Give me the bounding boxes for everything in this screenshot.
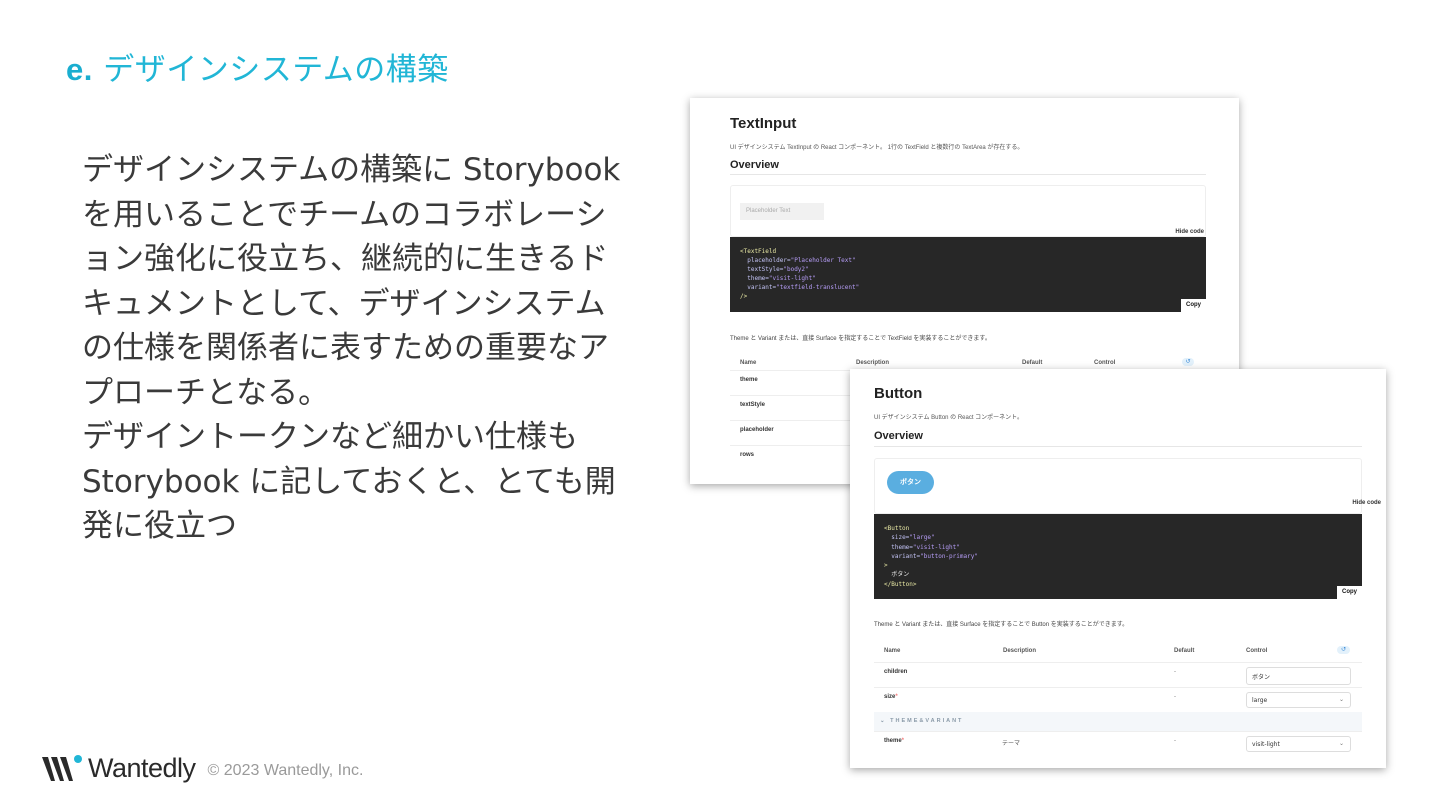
reset-icon[interactable]: ↺ [1337, 646, 1350, 654]
chevron-down-icon: ⌄ [1338, 740, 1344, 747]
group-label: THEME&VARIANT [890, 718, 964, 724]
reset-icon[interactable]: ↺ [1182, 358, 1194, 366]
prop-name: children [884, 669, 907, 675]
table-row: children - ボタン [874, 662, 1362, 687]
column-header-control: Control [1246, 648, 1268, 654]
column-header-default: Default [1174, 648, 1195, 654]
code-token: <Button [884, 525, 910, 532]
prop-name: placeholder [740, 427, 774, 433]
column-header-description: Description [856, 360, 890, 366]
code-token: textStyle= [747, 266, 784, 273]
prop-name: rows [740, 452, 755, 458]
storybook-button-screenshot: Button UI デザインシステム Button の React コンポーネン… [850, 369, 1386, 768]
prop-description: テーマ [1002, 740, 1021, 747]
button-preview[interactable]: ボタン [887, 471, 934, 494]
doc-description: UI デザインシステム Button の React コンポーネント。 [874, 415, 1024, 421]
wantedly-logo-icon [42, 755, 82, 781]
column-header-control: Control [1094, 360, 1116, 366]
doc-description: UI デザインシステム TextInput の React コンポーネント。 1… [730, 145, 1024, 151]
preview-canvas: ボタン [874, 458, 1362, 514]
code-token: theme= [747, 275, 769, 282]
code-token: "textfield-translucent" [776, 284, 860, 291]
doc-title: Button [874, 385, 923, 402]
code-token: /> [740, 293, 748, 300]
prop-name: size* [884, 694, 898, 700]
wantedly-logo-text: Wantedly [88, 752, 196, 783]
hide-code-button[interactable]: Hide code [1175, 229, 1204, 235]
code-token: variant= [747, 284, 777, 291]
code-token: theme= [891, 543, 913, 551]
prop-name: textStyle [740, 402, 766, 408]
code-token: placeholder= [747, 257, 791, 264]
usage-note: Theme と Variant または、直接 Surface を指定することで … [730, 336, 991, 342]
code-token: </Button> [884, 580, 917, 588]
select-value: visit-light [1252, 741, 1280, 748]
doc-title: TextInput [730, 115, 797, 132]
required-mark: * [901, 738, 905, 744]
body-paragraph: デザイントークンなど細かい仕様も Storybook に記しておくと、とても開発… [82, 419, 616, 544]
code-token: "large" [909, 534, 935, 542]
column-header-name: Name [884, 648, 901, 654]
text-field-preview[interactable]: Placeholder Text [740, 203, 824, 220]
code-block: <Button size="large" theme="visit-light"… [874, 514, 1362, 599]
slide-title-prefix: e. [66, 52, 93, 87]
prop-default: - [1174, 694, 1176, 700]
code-token: variant= [891, 552, 921, 560]
select-value: large [1252, 697, 1268, 704]
column-header-description: Description [1003, 648, 1037, 654]
theme-select[interactable]: visit-light ⌄ [1246, 736, 1351, 752]
code-token: "button-primary" [920, 552, 978, 560]
column-header-default: Default [1022, 360, 1043, 366]
code-token: "visit-light" [912, 543, 960, 551]
prop-name: theme* [884, 738, 904, 744]
prop-name-text: children [884, 669, 908, 675]
copyright: © 2023 Wantedly, Inc. [207, 762, 364, 779]
code-token: "Placeholder Text" [790, 257, 856, 264]
children-text-control[interactable]: ボタン [1246, 667, 1351, 685]
prop-name: theme [740, 377, 758, 383]
group-header-theme-variant[interactable]: ⌄ THEME&VARIANT [874, 712, 1362, 731]
prop-default: - [1174, 669, 1176, 675]
slide-title-text: デザインシステムの構築 [103, 52, 449, 88]
code-token: > [884, 562, 888, 570]
required-mark: * [895, 694, 898, 700]
chevron-down-icon: ⌄ [1338, 696, 1344, 703]
overview-heading: Overview [730, 159, 1206, 175]
code-token: "visit-light" [768, 275, 816, 282]
copy-button[interactable]: Copy [1337, 585, 1362, 599]
prop-default: - [1174, 738, 1176, 744]
prop-name-text: theme [884, 738, 902, 744]
code-block: <TextField placeholder="Placeholder Text… [730, 237, 1206, 312]
column-header-name: Name [740, 360, 757, 366]
size-select[interactable]: large ⌄ [1246, 692, 1351, 708]
overview-heading: Overview [874, 430, 1362, 447]
table-row: theme* テーマ - visit-light ⌄ [874, 731, 1362, 756]
hide-code-button[interactable]: Hide code [1352, 500, 1381, 506]
code-token: <TextField [740, 248, 777, 255]
copy-button[interactable]: Copy [1181, 299, 1206, 312]
footer: Wantedly © 2023 Wantedly, Inc. [40, 750, 363, 786]
slide-body: デザインシステムの構築に Storybook を用いることでチームのコラボレーシ… [82, 148, 622, 549]
preview-canvas: Placeholder Text Hide code [730, 185, 1206, 237]
code-token: "body2" [783, 266, 809, 273]
table-row: size* - large ⌄ [874, 687, 1362, 712]
code-token: size= [891, 534, 910, 542]
prop-name-text: size [884, 694, 896, 700]
body-paragraph: デザインシステムの構築に Storybook を用いることでチームのコラボレーシ… [82, 152, 621, 411]
code-token: ボタン [891, 571, 910, 579]
slide-title: e. デザインシステムの構築 [66, 44, 449, 89]
usage-note: Theme と Variant または、直接 Surface を指定することで … [874, 622, 1129, 628]
